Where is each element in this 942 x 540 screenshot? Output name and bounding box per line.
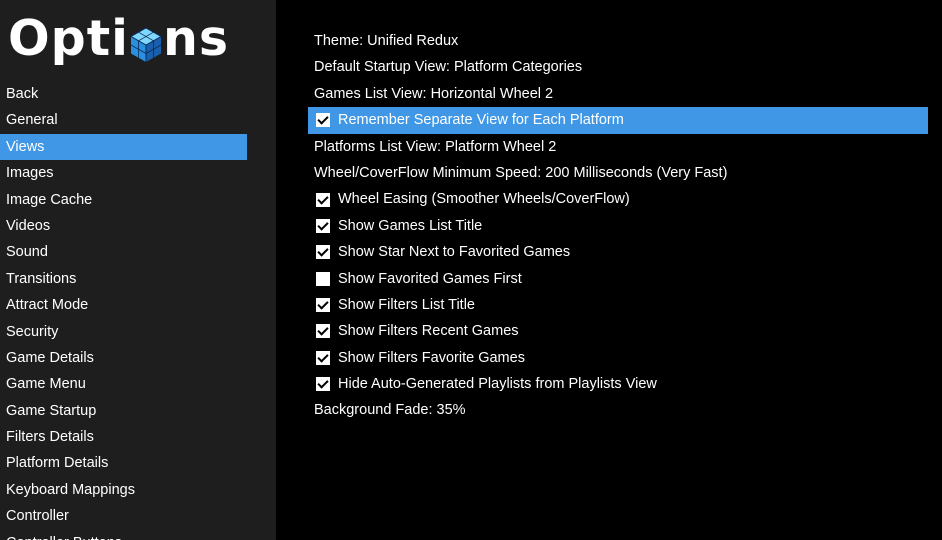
checkbox-checked[interactable] — [316, 324, 330, 339]
setting-show-filters-recent-games[interactable]: Show Filters Recent Games — [308, 318, 928, 344]
checkbox-checked[interactable] — [316, 350, 330, 365]
setting-label: Show Filters Favorite Games — [338, 349, 525, 366]
checkbox-checked[interactable] — [316, 113, 330, 128]
menu-item-game-startup[interactable]: Game Startup — [0, 398, 247, 424]
checkbox-checked[interactable] — [316, 218, 330, 233]
setting-label: Hide Auto-Generated Playlists from Playl… — [338, 376, 657, 393]
checkbox-checked[interactable] — [316, 245, 330, 260]
setting-show-games-list-title[interactable]: Show Games List Title — [308, 213, 928, 239]
options-screen: Opti ns Back General Views Images Image … — [0, 0, 942, 540]
setting-default-startup-view[interactable]: Default Startup View: Platform Categorie… — [308, 54, 928, 80]
options-sidebar: Opti ns Back General Views Images Image … — [0, 0, 276, 540]
menu-item-images[interactable]: Images — [0, 160, 247, 186]
setting-show-filters-favorite-games[interactable]: Show Filters Favorite Games — [308, 345, 928, 371]
setting-show-filters-list-title[interactable]: Show Filters List Title — [308, 292, 928, 318]
setting-label: Default Startup View: Platform Categorie… — [314, 59, 583, 76]
menu-item-game-menu[interactable]: Game Menu — [0, 371, 247, 397]
menu-item-controller-buttons[interactable]: Controller Buttons — [0, 530, 247, 540]
menu-item-game-details[interactable]: Game Details — [0, 345, 247, 371]
menu-item-transitions[interactable]: Transitions — [0, 266, 247, 292]
menu-item-views[interactable]: Views — [0, 133, 247, 161]
setting-theme[interactable]: Theme: Unified Redux — [308, 28, 928, 54]
page-title: Opti ns — [8, 6, 229, 70]
menu-item-keyboard-mappings[interactable]: Keyboard Mappings — [0, 477, 247, 503]
menu-item-platform-details[interactable]: Platform Details — [0, 450, 247, 476]
setting-label: Remember Separate View for Each Platform — [338, 112, 624, 129]
checkbox-checked[interactable] — [316, 377, 330, 392]
setting-label: Wheel/CoverFlow Minimum Speed: 200 Milli… — [314, 164, 728, 181]
setting-games-list-view[interactable]: Games List View: Horizontal Wheel 2 — [308, 81, 928, 107]
title-text-start: Opti — [8, 9, 129, 67]
setting-background-fade[interactable]: Background Fade: 35% — [308, 397, 928, 423]
setting-label: Show Games List Title — [338, 217, 483, 234]
menu-item-attract-mode[interactable]: Attract Mode — [0, 292, 247, 318]
setting-wheel-minimum-speed[interactable]: Wheel/CoverFlow Minimum Speed: 200 Milli… — [308, 160, 928, 186]
menu-item-back[interactable]: Back — [0, 81, 247, 107]
setting-platforms-list-view[interactable]: Platforms List View: Platform Wheel 2 — [308, 134, 928, 160]
setting-show-favorited-first[interactable]: Show Favorited Games First — [308, 266, 928, 292]
menu-item-security[interactable]: Security — [0, 319, 247, 345]
launchbox-cube-icon — [129, 22, 162, 62]
options-menu: Back General Views Images Image Cache Vi… — [0, 81, 247, 540]
views-settings-list: Theme: Unified Redux Default Startup Vie… — [308, 28, 928, 424]
setting-label: Theme: Unified Redux — [314, 33, 459, 49]
setting-show-star-favorited[interactable]: Show Star Next to Favorited Games — [308, 239, 928, 265]
setting-label: Background Fade: 35% — [314, 402, 466, 419]
setting-label: Show Filters List Title — [338, 296, 475, 313]
setting-label: Games List View: Horizontal Wheel 2 — [314, 85, 554, 102]
menu-item-general[interactable]: General — [0, 107, 247, 133]
menu-item-controller[interactable]: Controller — [0, 503, 247, 529]
setting-label: Show Favorited Games First — [338, 270, 522, 287]
setting-label: Show Star Next to Favorited Games — [338, 244, 571, 261]
setting-remember-separate-view[interactable]: Remember Separate View for Each Platform — [308, 107, 928, 134]
menu-item-videos[interactable]: Videos — [0, 213, 247, 239]
setting-wheel-easing[interactable]: Wheel Easing (Smoother Wheels/CoverFlow) — [308, 186, 928, 212]
menu-item-filters-details[interactable]: Filters Details — [0, 424, 247, 450]
setting-label: Platforms List View: Platform Wheel 2 — [314, 138, 557, 155]
menu-item-sound[interactable]: Sound — [0, 239, 247, 265]
setting-label: Wheel Easing (Smoother Wheels/CoverFlow) — [338, 191, 630, 208]
menu-item-image-cache[interactable]: Image Cache — [0, 187, 247, 213]
setting-hide-auto-playlists[interactable]: Hide Auto-Generated Playlists from Playl… — [308, 371, 928, 397]
setting-label: Show Filters Recent Games — [338, 323, 519, 340]
checkbox-checked[interactable] — [316, 298, 330, 313]
title-text-end: ns — [162, 9, 230, 67]
checkbox-checked[interactable] — [316, 192, 330, 207]
checkbox-unchecked[interactable] — [316, 271, 330, 286]
